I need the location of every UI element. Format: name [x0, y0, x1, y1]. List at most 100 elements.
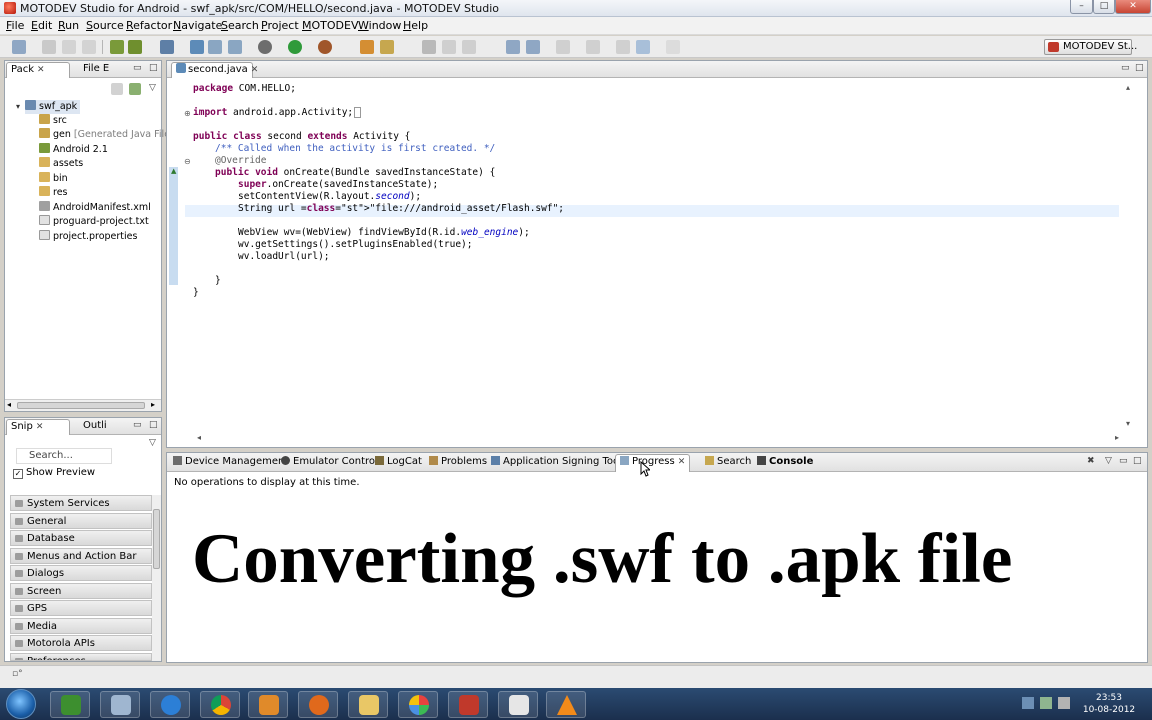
- show-preview-checkbox[interactable]: ✓ Show Preview: [13, 467, 95, 479]
- prev-annotation-icon[interactable]: [506, 40, 520, 54]
- maximize-button[interactable]: □: [1093, 0, 1115, 14]
- taskbar-app[interactable]: [150, 691, 190, 718]
- tree-item-android-lib[interactable]: Android 2.1: [39, 143, 108, 157]
- snippet-category[interactable]: Motorola APIs: [10, 635, 152, 651]
- maximize-view-icon[interactable]: □: [1135, 63, 1144, 73]
- external-tools-icon[interactable]: [318, 40, 332, 54]
- taskbar-app[interactable]: [200, 691, 240, 718]
- tree-item-project[interactable]: swf_apk: [25, 100, 81, 114]
- taskbar-app[interactable]: [248, 691, 288, 718]
- taskbar-app[interactable]: [498, 691, 538, 718]
- menu-run[interactable]: Run: [58, 19, 79, 32]
- taskbar-app[interactable]: [448, 691, 488, 718]
- code-editor[interactable]: package COM.HELLO; import android.app.Ac…: [183, 81, 1135, 433]
- horizontal-scrollbar[interactable]: ◂ ▸: [5, 399, 161, 411]
- task-icon[interactable]: [160, 40, 174, 54]
- tab-application-signing-tool[interactable]: Application Signing Tool: [487, 455, 626, 471]
- edit-icon[interactable]: [380, 40, 394, 54]
- snippet-category[interactable]: Media: [10, 618, 152, 634]
- android-avd-icon[interactable]: [128, 40, 142, 54]
- taskbar-app[interactable]: [50, 691, 90, 718]
- close-icon[interactable]: ✕: [36, 422, 44, 432]
- tree-item-proguard[interactable]: proguard-project.txt: [39, 215, 149, 229]
- back-history-icon[interactable]: [616, 40, 630, 54]
- tab-package-explorer[interactable]: Pack ✕: [6, 62, 70, 78]
- view-menu-icon[interactable]: ▽: [149, 438, 156, 448]
- last-edit-icon[interactable]: [556, 40, 570, 54]
- save-all-icon[interactable]: [62, 40, 76, 54]
- minimize-view-icon[interactable]: ▭: [1121, 63, 1130, 73]
- pin-icon[interactable]: [442, 40, 456, 54]
- editor-horizontal-scrollbar[interactable]: ◂ ▸: [185, 433, 1135, 445]
- android-sdk-icon[interactable]: [110, 40, 124, 54]
- menu-search[interactable]: Search: [221, 19, 259, 32]
- menu-source[interactable]: Source: [86, 19, 124, 32]
- scroll-left-icon[interactable]: ◂: [197, 433, 201, 442]
- scrollbar-thumb[interactable]: [153, 509, 160, 569]
- tab-search[interactable]: Search: [701, 455, 755, 471]
- toggle-mark-icon[interactable]: [422, 40, 436, 54]
- menu-window[interactable]: Window: [358, 19, 401, 32]
- tree-item-gen[interactable]: gen [Generated Java Files]: [39, 128, 179, 142]
- tab-file-explorer[interactable]: File E: [79, 62, 131, 78]
- block-icon[interactable]: [462, 40, 476, 54]
- run-icon[interactable]: [288, 40, 302, 54]
- vertical-scrollbar[interactable]: [152, 495, 161, 661]
- tab-progress[interactable]: Progress ✕: [615, 454, 691, 472]
- close-icon[interactable]: ✕: [37, 65, 45, 75]
- scroll-down-icon[interactable]: ▾: [1126, 419, 1130, 428]
- open-type-icon[interactable]: [190, 40, 204, 54]
- expand-icon[interactable]: ▾: [16, 102, 20, 111]
- save-icon[interactable]: [42, 40, 56, 54]
- snippet-search-input[interactable]: Search...: [16, 448, 112, 464]
- scrollbar-thumb[interactable]: [17, 402, 145, 409]
- menu-navigate[interactable]: Navigate: [173, 19, 222, 32]
- snippet-category[interactable]: System Services: [10, 495, 152, 511]
- tree-item-manifest[interactable]: AndroidManifest.xml: [39, 201, 151, 215]
- scroll-right-icon[interactable]: ▸: [151, 400, 155, 409]
- taskbar-app[interactable]: [298, 691, 338, 718]
- menu-edit[interactable]: Edit: [31, 19, 52, 32]
- forward-arrow-icon[interactable]: [666, 40, 680, 54]
- tab-outline[interactable]: Outli: [79, 419, 129, 435]
- snippet-category[interactable]: Preferences: [10, 653, 152, 661]
- maximize-view-icon[interactable]: □: [149, 63, 158, 73]
- fast-view-icon[interactable]: ▫°: [12, 669, 23, 679]
- volume-icon[interactable]: [1058, 697, 1070, 709]
- tab-logcat[interactable]: LogCat: [371, 455, 426, 471]
- minimize-view-icon[interactable]: ▭: [133, 63, 142, 73]
- tree-item-properties[interactable]: project.properties: [39, 230, 137, 244]
- maximize-view-icon[interactable]: □: [1133, 456, 1142, 466]
- close-icon[interactable]: ✕: [251, 65, 259, 75]
- tray-expand-icon[interactable]: [1022, 697, 1034, 709]
- tree-item-assets[interactable]: assets: [39, 157, 83, 171]
- refresh-icon[interactable]: [228, 40, 242, 54]
- taskbar-app[interactable]: [546, 691, 586, 718]
- tree-item-bin[interactable]: bin: [39, 172, 68, 186]
- snippet-category[interactable]: General: [10, 513, 152, 529]
- taskbar-app[interactable]: [100, 691, 140, 718]
- snippet-category[interactable]: Dialogs: [10, 565, 152, 581]
- taskbar-app[interactable]: [348, 691, 388, 718]
- system-clock[interactable]: 23:53 10-08-2012: [1080, 692, 1138, 716]
- open-project-icon[interactable]: [360, 40, 374, 54]
- perspective-button[interactable]: MOTODEV St...: [1044, 39, 1137, 55]
- back-arrow-icon[interactable]: [636, 40, 650, 54]
- forward-nav-icon[interactable]: [586, 40, 600, 54]
- close-button[interactable]: ✕: [1115, 0, 1151, 14]
- tab-emulator-control[interactable]: Emulator Control: [277, 455, 382, 471]
- tab-device-management[interactable]: Device Management: [169, 455, 292, 471]
- menu-file[interactable]: File: [6, 19, 24, 32]
- print-icon[interactable]: [82, 40, 96, 54]
- maximize-view-icon[interactable]: □: [149, 420, 158, 430]
- search-file-icon[interactable]: [208, 40, 222, 54]
- snippet-category[interactable]: Database: [10, 530, 152, 546]
- scroll-right-icon[interactable]: ▸: [1115, 433, 1119, 442]
- tab-console[interactable]: Console: [753, 455, 817, 471]
- network-icon[interactable]: [1040, 697, 1052, 709]
- minimize-view-icon[interactable]: ▭: [1119, 456, 1128, 466]
- snippet-category[interactable]: Screen: [10, 583, 152, 599]
- snippet-category[interactable]: Menus and Action Bar: [10, 548, 152, 564]
- menu-motodev[interactable]: MOTODEV: [302, 19, 358, 32]
- view-menu-icon[interactable]: ▽: [149, 83, 156, 93]
